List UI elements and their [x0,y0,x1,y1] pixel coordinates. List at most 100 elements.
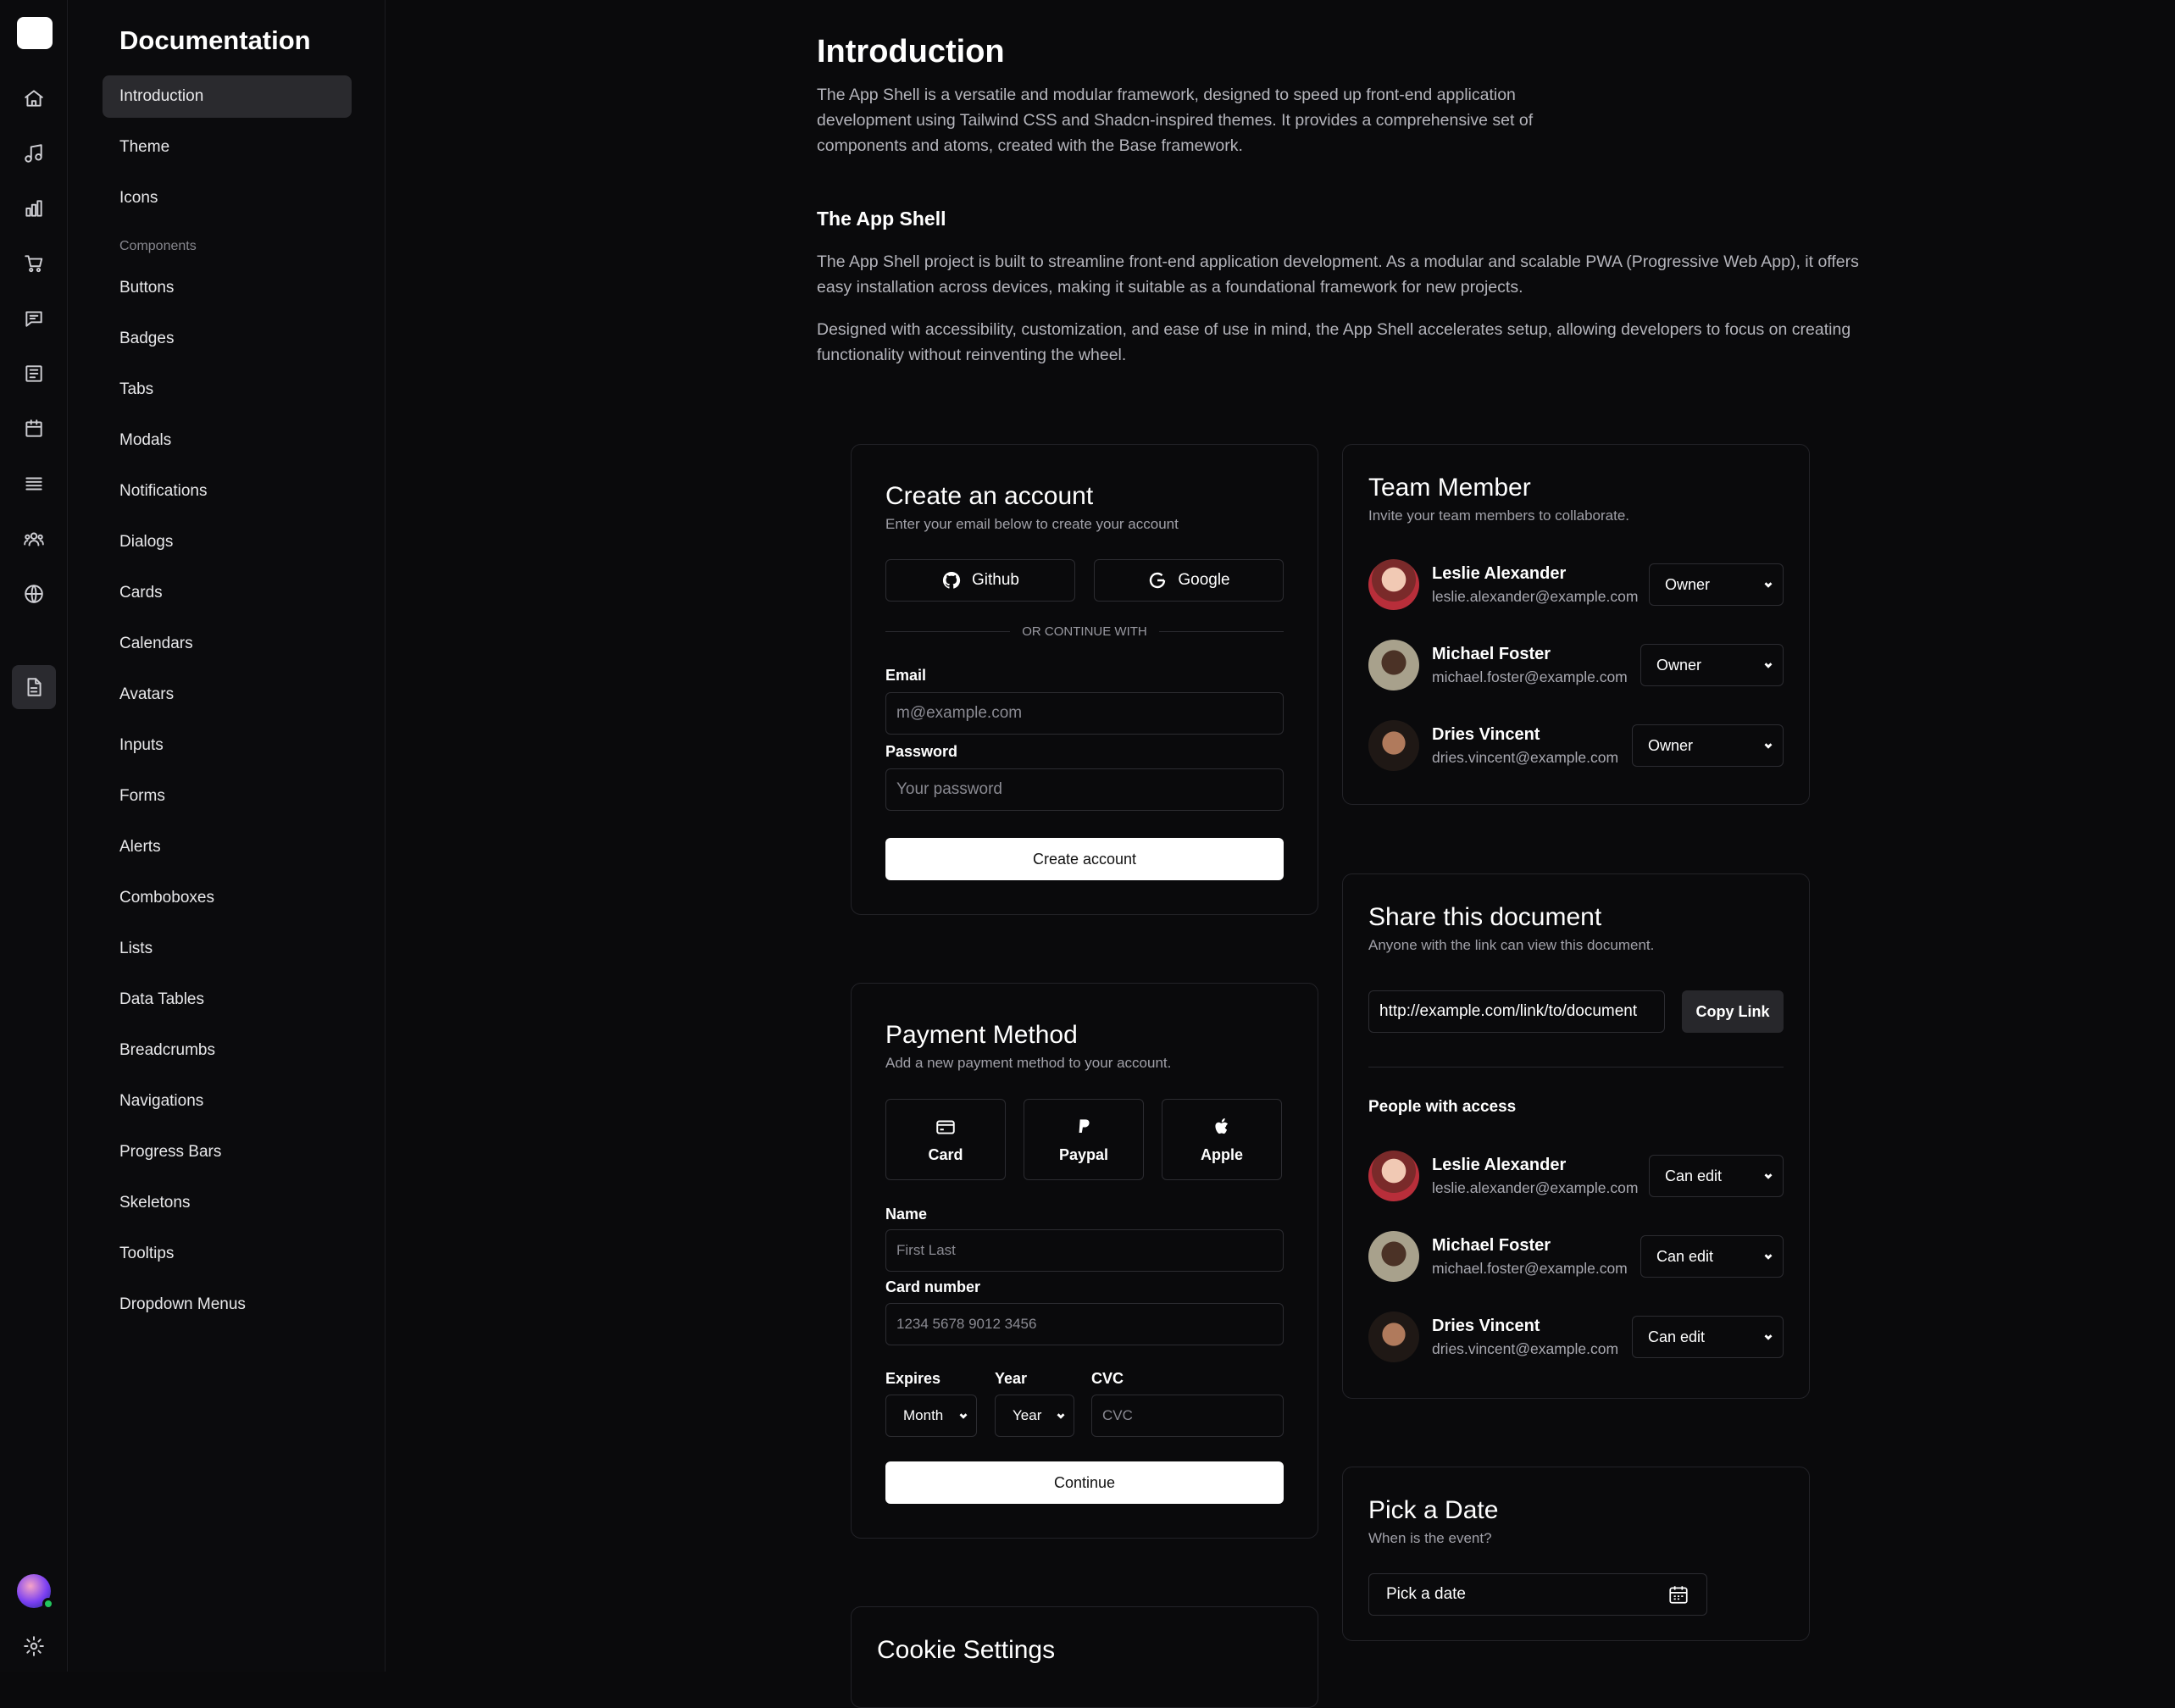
card-title: Create an account [885,482,1094,510]
github-button[interactable]: Github [885,559,1075,602]
expiry-month-select[interactable]: Month [885,1395,977,1437]
expiry-year-select[interactable]: Year [995,1395,1074,1437]
option-label: Paypal [1058,1145,1109,1163]
cvc-label: CVC [1091,1370,1124,1387]
document-icon[interactable] [12,665,56,709]
news-icon[interactable] [12,352,56,396]
email-input[interactable] [885,692,1284,735]
sidebar-item-modals[interactable]: Modals [103,419,352,462]
sidebar-item-calendars[interactable]: Calendars [103,623,352,665]
sidebar-item-dialogs[interactable]: Dialogs [103,521,352,563]
permission-select[interactable]: Can edit [1640,1235,1784,1278]
chevron-down-icon [1764,1254,1773,1260]
card-title: Payment Method [885,1021,1078,1049]
chat-icon[interactable] [12,297,56,341]
sidebar-item-progress-bars[interactable]: Progress Bars [103,1131,352,1173]
sidebar-item-dropdown-menus[interactable]: Dropdown Menus [103,1284,352,1326]
globe-icon[interactable] [12,572,56,616]
sidebar-item-tabs[interactable]: Tabs [103,369,352,411]
sidebar-item-comboboxes[interactable]: Comboboxes [103,877,352,919]
payment-option-card[interactable]: Card [885,1099,1006,1180]
sidebar-item-forms[interactable]: Forms [103,775,352,818]
team-member-card: Team Member Invite your team members to … [1342,444,1810,805]
card-title: Team Member [1368,474,1531,502]
member-email: michael.foster@example.com [1432,668,1628,685]
team-member-row: Leslie Alexander leslie.alexander@exampl… [1368,559,1784,612]
access-row: Michael Foster michael.foster@example.co… [1368,1231,1784,1284]
sidebar-item-navigations[interactable]: Navigations [103,1080,352,1123]
member-name: Michael Foster [1432,645,1551,663]
sidebar-item-skeletons[interactable]: Skeletons [103,1182,352,1224]
card-subtitle: Invite your team members to collaborate. [1368,507,1630,524]
role-select[interactable]: Owner [1649,563,1784,606]
google-button[interactable]: Google [1094,559,1284,602]
name-input[interactable] [885,1229,1284,1272]
calendar-icon[interactable] [12,407,56,451]
sidebar-item-introduction[interactable]: Introduction [103,75,352,118]
option-label: Card [928,1145,963,1163]
chart-icon[interactable] [12,186,56,230]
card-title: Cookie Settings [877,1636,1056,1664]
app-shell-paragraph-2: Designed with accessibility, customizati… [817,320,1851,364]
sidebar-item-avatars[interactable]: Avatars [103,674,352,716]
sidebar-title: Documentation [119,25,311,55]
role-select[interactable]: Owner [1640,644,1784,686]
year-value: Year [1013,1407,1042,1423]
create-account-button[interactable]: Create account [885,838,1284,880]
sidebar-item-icons[interactable]: Icons [103,177,352,219]
payment-option-paypal[interactable]: Paypal [1024,1099,1144,1180]
sidebar-item-breadcrumbs[interactable]: Breadcrumbs [103,1029,352,1072]
member-email: leslie.alexander@example.com [1432,1179,1639,1196]
member-name: Dries Vincent [1432,725,1540,744]
email-label: Email [885,667,927,684]
member-email: dries.vincent@example.com [1432,1340,1619,1357]
users-icon[interactable] [12,517,56,561]
permission-value: Can edit [1665,1167,1723,1184]
year-label: Year [995,1370,1028,1387]
sidebar-item-tooltips[interactable]: Tooltips [103,1233,352,1275]
option-label: Apple [1200,1145,1243,1163]
password-input[interactable] [885,768,1284,811]
sidebar-item-notifications[interactable]: Notifications [103,470,352,513]
app-logo[interactable] [17,17,53,49]
sidebar-item-badges[interactable]: Badges [103,318,352,360]
divider [1368,1067,1784,1068]
permission-select[interactable]: Can edit [1649,1155,1784,1197]
divider-label: OR CONTINUE WITH [1022,624,1147,639]
sidebar-item-cards[interactable]: Cards [103,572,352,614]
access-row: Dries Vincent dries.vincent@example.com … [1368,1312,1784,1364]
card-title: Pick a Date [1368,1496,1499,1524]
calendar-icon [1669,1586,1688,1604]
date-picker-button[interactable]: Pick a date [1368,1573,1707,1616]
member-name: Leslie Alexander [1432,1156,1567,1174]
team-member-row: Michael Foster michael.foster@example.co… [1368,640,1784,692]
role-value: Owner [1648,736,1694,754]
member-name: Michael Foster [1432,1236,1551,1255]
continue-button[interactable]: Continue [885,1461,1284,1504]
name-label: Name [885,1206,928,1223]
permission-select[interactable]: Can edit [1632,1316,1784,1358]
home-icon[interactable] [12,76,56,120]
cvc-input[interactable] [1091,1395,1284,1437]
sidebar-item-lists[interactable]: Lists [103,928,352,970]
share-link-input[interactable] [1368,990,1665,1033]
settings-icon[interactable] [12,1624,56,1668]
sidebar-item-buttons[interactable]: Buttons [103,267,352,309]
music-icon[interactable] [12,131,56,175]
sidebar-item-theme[interactable]: Theme [103,126,352,169]
intro-paragraph: The App Shell is a versatile and modular… [817,86,1534,155]
list-icon[interactable] [12,462,56,506]
sidebar-item-inputs[interactable]: Inputs [103,724,352,767]
sidebar-section-components: Components [119,239,197,253]
user-avatar[interactable] [17,1574,54,1610]
cart-icon[interactable] [12,241,56,286]
sidebar-item-alerts[interactable]: Alerts [103,826,352,868]
avatar [1368,1312,1419,1362]
create-account-card: Create an account Enter your email below… [851,444,1318,915]
avatar [1368,1231,1419,1282]
payment-option-apple[interactable]: Apple [1162,1099,1282,1180]
copy-link-button[interactable]: Copy Link [1682,990,1784,1033]
role-select[interactable]: Owner [1632,724,1784,767]
card-number-input[interactable] [885,1303,1284,1345]
sidebar-item-data-tables[interactable]: Data Tables [103,979,352,1021]
